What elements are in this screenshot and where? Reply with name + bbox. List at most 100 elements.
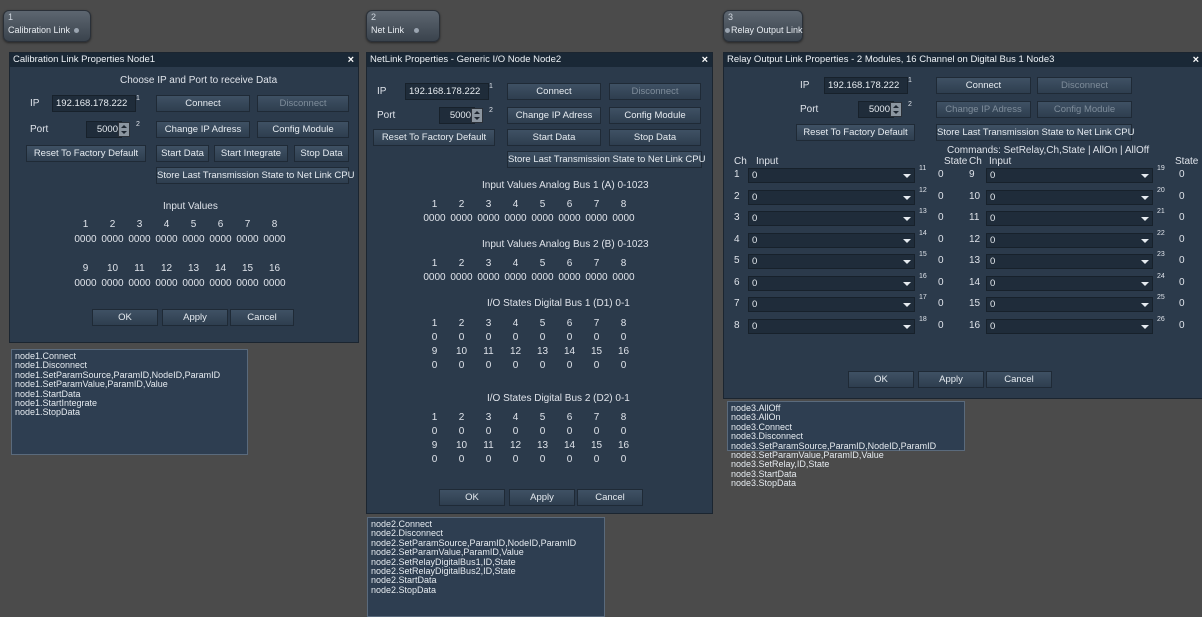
digital-state: 0: [458, 426, 465, 437]
channel-num: 2: [458, 412, 465, 423]
chevron-down-icon[interactable]: [903, 281, 911, 286]
cancel-button[interactable]: Cancel: [986, 371, 1052, 388]
stop-data-button[interactable]: Stop Data: [609, 129, 701, 146]
change-ip-button[interactable]: Change IP Adress: [156, 121, 250, 138]
input-dropdown[interactable]: 0: [748, 297, 915, 312]
store-state-button[interactable]: Store Last Transmission State to Net Lin…: [156, 167, 354, 184]
port-field[interactable]: 5000: [439, 107, 475, 124]
input-dropdown[interactable]: 0: [986, 275, 1153, 291]
cancel-button[interactable]: Cancel: [577, 489, 643, 506]
relay-state: 0: [1179, 298, 1185, 309]
disconnect-button[interactable]: Disconnect: [257, 95, 349, 112]
input-dropdown[interactable]: 0: [748, 211, 915, 226]
port-field[interactable]: 5000: [858, 101, 894, 118]
port-spinner-icon[interactable]: [890, 102, 902, 117]
input-dropdown[interactable]: 0: [748, 275, 915, 291]
change-ip-button[interactable]: Change IP Adress: [507, 107, 601, 124]
port-spinner-icon[interactable]: [471, 108, 483, 123]
chevron-down-icon[interactable]: [903, 174, 911, 178]
chevron-down-icon[interactable]: [903, 260, 911, 264]
channel-num: 9: [431, 346, 438, 357]
apply-button[interactable]: Apply: [918, 371, 984, 388]
channel-num: 4: [512, 258, 519, 269]
input-value: 0000: [128, 234, 151, 245]
input-dropdown[interactable]: 0: [748, 168, 915, 183]
node-net-link[interactable]: 2 Net Link: [366, 10, 440, 42]
channel-num: 1: [431, 318, 438, 329]
port-dot-icon[interactable]: [74, 28, 80, 34]
reset-factory-button[interactable]: Reset To Factory Default: [26, 145, 146, 162]
reset-factory-button[interactable]: Reset To Factory Default: [796, 124, 915, 141]
input-dropdown[interactable]: 0: [986, 168, 1153, 183]
config-module-button[interactable]: Config Module: [609, 107, 701, 124]
input-dropdown[interactable]: 0: [748, 232, 915, 248]
row-index: 16: [919, 272, 927, 280]
chevron-down-icon[interactable]: [903, 238, 911, 243]
input-dropdown[interactable]: 0: [986, 211, 1153, 226]
digital-state: 0: [539, 454, 546, 465]
port-dot-icon[interactable]: [414, 28, 420, 34]
input-dropdown[interactable]: 0: [748, 254, 915, 269]
close-icon[interactable]: ×: [348, 53, 354, 67]
stop-data-button[interactable]: Stop Data: [294, 145, 349, 162]
disconnect-button[interactable]: Disconnect: [1037, 77, 1132, 94]
start-integrate-button[interactable]: Start Integrate: [214, 145, 288, 162]
reset-factory-button[interactable]: Reset To Factory Default: [373, 129, 495, 146]
node-relay-output-link[interactable]: 3 Relay Output Link: [723, 10, 803, 42]
chevron-down-icon[interactable]: [1141, 324, 1149, 329]
chevron-down-icon[interactable]: [1141, 260, 1149, 264]
channel-num: 10: [455, 440, 468, 451]
input-dropdown[interactable]: 0: [748, 189, 915, 205]
connect-button[interactable]: Connect: [156, 95, 250, 112]
chevron-down-icon[interactable]: [1141, 217, 1149, 221]
close-icon[interactable]: ×: [702, 53, 708, 67]
connect-button[interactable]: Connect: [936, 77, 1031, 94]
chevron-down-icon[interactable]: [1141, 281, 1149, 286]
ok-button[interactable]: OK: [848, 371, 914, 388]
disconnect-button[interactable]: Disconnect: [609, 83, 701, 100]
chevron-down-icon[interactable]: [1141, 174, 1149, 178]
store-state-button[interactable]: Store Last Transmission State to Net Lin…: [507, 151, 705, 168]
port-spinner-icon[interactable]: [118, 122, 130, 137]
input-dropdown[interactable]: 0: [986, 254, 1153, 269]
input-dropdown[interactable]: 0: [748, 318, 915, 334]
chevron-down-icon[interactable]: [1141, 303, 1149, 307]
apply-button[interactable]: Apply: [162, 309, 228, 326]
chevron-down-icon[interactable]: [1141, 238, 1149, 243]
chevron-down-icon[interactable]: [903, 195, 911, 200]
row-index: 25: [1157, 294, 1165, 301]
chevron-down-icon[interactable]: [903, 217, 911, 221]
apply-button[interactable]: Apply: [509, 489, 575, 506]
node-calibration-link[interactable]: 1 Calibration Link: [3, 10, 91, 42]
ip-field[interactable]: 192.168.178.222: [405, 83, 489, 100]
ip-field[interactable]: 192.168.178.222: [824, 77, 908, 94]
input-dropdown[interactable]: 0: [986, 232, 1153, 248]
change-ip-button[interactable]: Change IP Adress: [936, 101, 1031, 118]
chevron-down-icon[interactable]: [1141, 195, 1149, 200]
digital-state: 0: [593, 360, 600, 371]
analog-bus2-grid: 1 2 3 4 5 6 7 8 0000 0000 0000 0000 0000 0000 0000 000…: [421, 258, 637, 283]
config-module-button[interactable]: Config Module: [257, 121, 349, 138]
input-dropdown[interactable]: 0: [986, 297, 1153, 312]
cancel-button[interactable]: Cancel: [230, 309, 294, 326]
input-dropdown[interactable]: 0: [986, 189, 1153, 205]
port-field[interactable]: 5000: [86, 121, 122, 138]
store-state-button[interactable]: Store Last Transmission State to Net Lin…: [936, 124, 1134, 141]
chevron-down-icon[interactable]: [903, 324, 911, 329]
start-data-button[interactable]: Start Data: [507, 129, 601, 146]
connect-button[interactable]: Connect: [507, 83, 601, 100]
input-values-row2: 9 10 11 12 13 14 15 16 0000 0000 0000 0000 0000 0000…: [72, 263, 288, 289]
input-dropdown[interactable]: 0: [986, 318, 1153, 334]
input-value: 0000: [209, 278, 232, 289]
start-data-button[interactable]: Start Data: [156, 145, 209, 162]
ok-button[interactable]: OK: [92, 309, 158, 326]
ip-field[interactable]: 192.168.178.222: [52, 95, 136, 112]
close-icon[interactable]: ×: [1193, 53, 1199, 67]
input-value: 0000: [263, 278, 286, 289]
channel-num: 5: [539, 318, 546, 329]
ok-button[interactable]: OK: [439, 489, 505, 506]
config-module-button[interactable]: Config Module: [1037, 101, 1132, 118]
chevron-down-icon[interactable]: [903, 303, 911, 307]
port-dot-icon[interactable]: [725, 28, 730, 34]
ip-index: 1: [136, 95, 140, 102]
